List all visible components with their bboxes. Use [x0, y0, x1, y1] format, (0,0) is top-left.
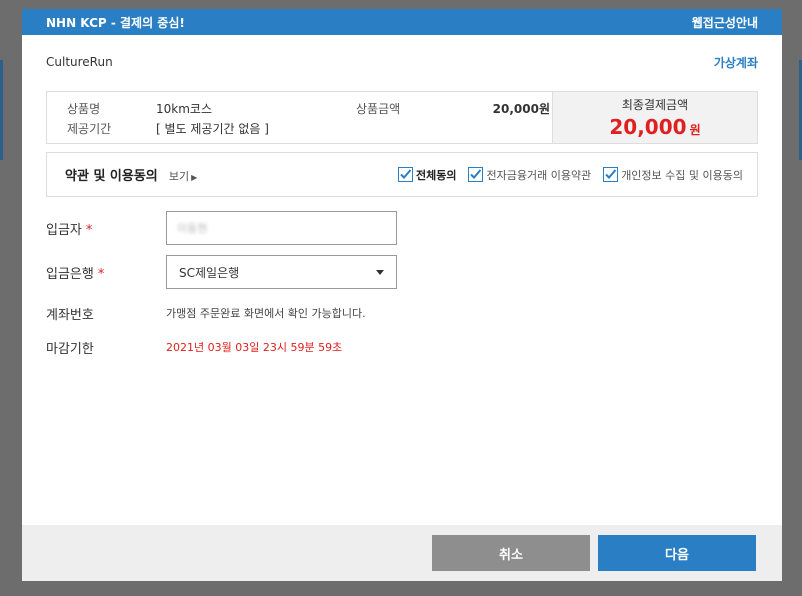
depositor-value: 이동현 — [177, 222, 208, 235]
checkbox-checked-icon — [603, 167, 619, 182]
agree-efinance-label: 전자금융거래 이용약관 — [486, 168, 592, 182]
order-details: 상품명 10km코스 상품금액 20,000원 제공기간 [ 별도 제공기간 없… — [47, 92, 552, 143]
agree-all-checkbox[interactable]: 전체동의 — [398, 167, 456, 183]
summary-row-period: 제공기간 [ 별도 제공기간 없음 ] — [67, 118, 552, 138]
bank-label: 입금은행 * — [46, 263, 166, 282]
bank-select[interactable]: SC제일은행 — [166, 255, 397, 289]
terms-view-label: 보기 — [168, 170, 190, 183]
depositor-label: 입금자 * — [46, 219, 166, 238]
product-value: 10km코스 — [156, 101, 212, 116]
dialog-footer: 취소 다음 — [22, 525, 782, 581]
deadline-value: 2021년 03월 03일 23시 59분 59초 — [166, 341, 343, 354]
account-note: 가맹점 주문완료 화면에서 확인 가능합니다. — [166, 307, 366, 320]
accessibility-link[interactable]: 웹접근성안내 — [692, 14, 758, 31]
deadline-row: 마감기한 2021년 03월 03일 23시 59분 59초 — [46, 337, 782, 357]
product-label: 상품명 — [67, 101, 101, 116]
agreement-checks: 전체동의 전자금융거래 이용약관 개인정보 수집 및 이용동의 — [386, 167, 743, 183]
chevron-right-icon: ▶ — [191, 173, 198, 182]
final-amount-label: 최종결제금액 — [621, 98, 689, 112]
merchant-name: CultureRun — [46, 55, 113, 69]
period-value: [ 별도 제공기간 없음 ] — [156, 121, 269, 136]
terms-heading: 약관 및 이용동의 보기 ▶ — [65, 165, 197, 184]
agree-efinance-checkbox[interactable]: 전자금융거래 이용약관 — [468, 167, 591, 183]
order-summary: 상품명 10km코스 상품금액 20,000원 제공기간 [ 별도 제공기간 없… — [46, 91, 758, 144]
depositor-input[interactable]: 이동현 — [166, 211, 397, 245]
account-label: 계좌번호 — [46, 307, 94, 323]
price-value: 20,000원 — [492, 101, 550, 116]
final-amount-unit: 원 — [689, 123, 701, 137]
depositor-label-text: 입금자 — [46, 222, 82, 238]
agree-all-label: 전체동의 — [416, 168, 457, 182]
caret-down-icon — [376, 269, 384, 275]
final-amount-box: 최종결제금액 20,000 원 — [552, 92, 757, 143]
merchant-row: CultureRun 가상계좌 — [22, 35, 782, 89]
terms-title: 약관 및 이용동의 — [65, 169, 158, 184]
agree-privacy-label: 개인정보 수집 및 이용동의 — [621, 168, 743, 182]
title-bar: NHN KCP - 결제의 중심! 웹접근성안내 — [22, 9, 782, 35]
cancel-button[interactable]: 취소 — [432, 535, 590, 571]
checkbox-checked-icon — [398, 167, 413, 182]
bank-select-value: SC제일은행 — [179, 265, 240, 280]
next-button[interactable]: 다음 — [598, 535, 756, 571]
terms-view-link[interactable]: 보기 ▶ — [169, 170, 197, 183]
period-label: 제공기간 — [67, 121, 112, 136]
payment-method-link[interactable]: 가상계좌 — [714, 54, 758, 71]
agree-privacy-checkbox[interactable]: 개인정보 수집 및 이용동의 — [603, 167, 743, 183]
bank-label-text: 입금은행 — [46, 266, 94, 282]
depositor-row: 입금자 * 이동현 — [46, 211, 782, 245]
required-mark: * — [97, 266, 105, 282]
deposit-form: 입금자 * 이동현 입금은행 * SC제일은행 계좌번호 가맹점 주문완료 화면에서… — [22, 211, 782, 357]
terms-box: 약관 및 이용동의 보기 ▶ 전체동의 전자금융거래 이용약관 개인정보 수집 및… — [46, 152, 758, 197]
account-row: 계좌번호 가맹점 주문완료 화면에서 확인 가능합니다. — [46, 303, 782, 323]
final-amount: 20,000 원 — [609, 115, 700, 139]
background-edge-left — [0, 60, 3, 160]
deadline-label: 마감기한 — [46, 341, 94, 357]
dialog-title: NHN KCP - 결제의 중심! — [46, 15, 185, 30]
bank-row: 입금은행 * SC제일은행 — [46, 255, 782, 289]
payment-dialog: NHN KCP - 결제의 중심! 웹접근성안내 CultureRun 가상계좌… — [22, 9, 782, 581]
summary-row-product: 상품명 10km코스 상품금액 20,000원 — [67, 98, 552, 118]
price-label: 상품금액 — [356, 101, 401, 116]
required-mark: * — [85, 222, 93, 238]
checkbox-checked-icon — [468, 167, 484, 182]
final-amount-value: 20,000 — [609, 115, 687, 139]
